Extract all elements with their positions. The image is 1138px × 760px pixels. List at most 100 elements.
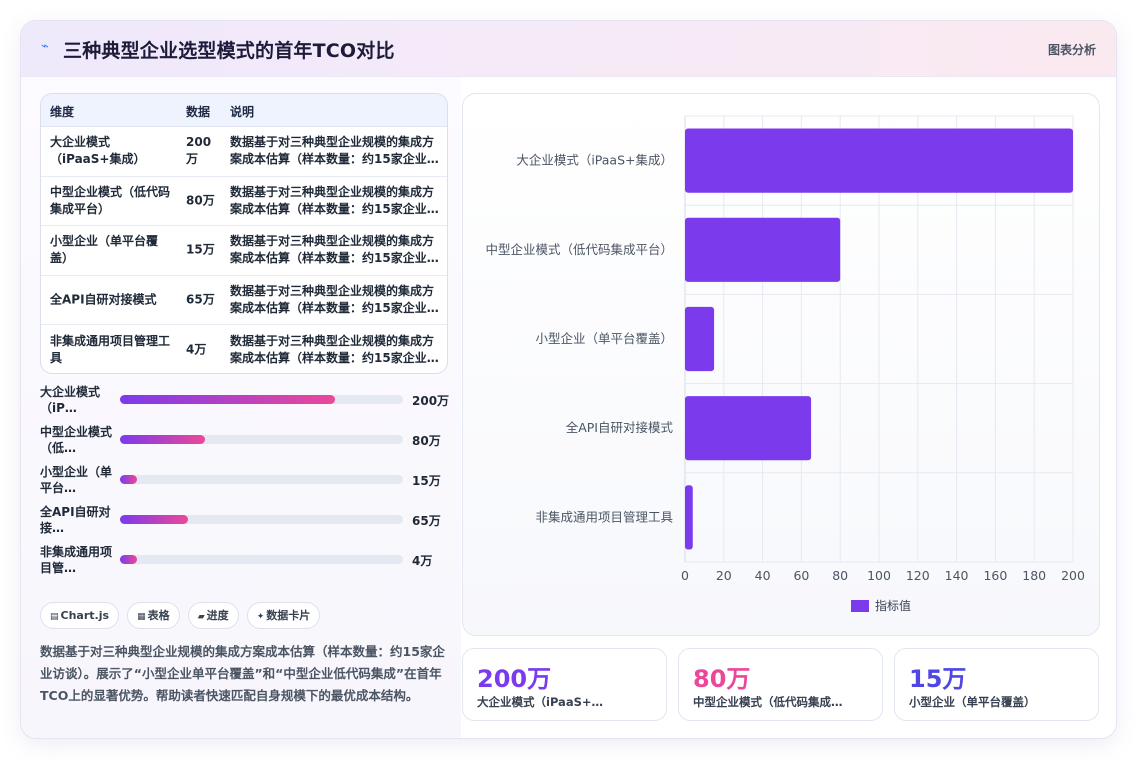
x-tick-label: 40	[755, 568, 771, 583]
x-tick-label: 160	[983, 568, 1007, 583]
legend-label: 指标值	[875, 598, 911, 613]
stat-label: 中型企业模式（低代码集成…	[693, 695, 843, 709]
cell-dimension: 非集成通用项目管理工具	[50, 333, 171, 365]
chip-progress[interactable]: ▰ 进度	[187, 602, 239, 629]
stat-value: 15万	[909, 665, 967, 693]
x-tick-label: 0	[681, 568, 689, 583]
progress-value: 200万	[412, 394, 450, 408]
x-tick-label: 60	[793, 568, 809, 583]
column-header-dimension: 维度	[50, 105, 75, 119]
bar	[685, 217, 841, 282]
progress-list: 大企业模式（iP… 200万 中型企业模式（低… 80万 小型企业（单平台… 1…	[40, 383, 452, 583]
progress-value: 80万	[412, 434, 441, 448]
table-header: 维度 数据 说明	[41, 94, 447, 127]
chart-panel: 大企业模式（iPaaS+集成） 中型企业模式（低代码集成平台） 小型企业（单平台覆盖…	[462, 93, 1100, 636]
bar	[685, 396, 812, 461]
bar	[685, 306, 715, 372]
stat-label: 小型企业（单平台覆盖）	[909, 695, 1036, 709]
stat-card: 200万 大企业模式（iPaaS+…	[462, 648, 667, 721]
header-tag: 图表分析	[1047, 43, 1096, 57]
cell-value: 65万	[186, 292, 215, 307]
progress-icon: ▰	[197, 612, 205, 622]
progress-fill	[120, 515, 188, 524]
header: ⌁ 三种典型企业选型模式的首年TCO对比 图表分析	[21, 21, 1116, 77]
legend-swatch	[851, 600, 869, 612]
category-label: 小型企业（单平台覆盖）	[535, 331, 673, 346]
cell-note: 数据基于对三种典型企业规模的集成方案成本估算（样本数量：约15家企业…	[230, 234, 439, 266]
feature-chips: ▤ Chart.js ▦ 表格 ▰ 进度 ✦ 数据卡片	[40, 602, 323, 629]
x-tick-label: 80	[832, 568, 848, 583]
chip-label: 进度	[206, 609, 229, 622]
progress-label: 非集成通用项目管…	[40, 545, 113, 575]
x-tick-label: 20	[716, 568, 732, 583]
bar	[685, 485, 693, 550]
cell-dimension: 小型企业（单平台覆盖）	[50, 234, 159, 266]
category-label: 大企业模式（iPaaS+集成）	[516, 153, 673, 168]
stat-card: 15万 小型企业（单平台覆盖）	[894, 648, 1099, 721]
chip-label: 表格	[147, 609, 170, 622]
table-row: 小型企业（单平台覆盖） 15万 数据基于对三种典型企业规模的集成方案成本估算（样…	[41, 226, 447, 276]
data-table: 维度 数据 说明 大企业模式（iPaaS+集成） 200万 数据基于对三种典型企…	[40, 93, 448, 374]
cell-value: 15万	[186, 242, 215, 257]
dashboard-card: ⌁ 三种典型企业选型模式的首年TCO对比 图表分析 维度 数据 说明 大企业模式…	[20, 20, 1117, 739]
x-tick-label: 120	[906, 568, 930, 583]
cell-note: 数据基于对三种典型企业规模的集成方案成本估算（样本数量：约15家企业…	[230, 283, 439, 315]
cell-value: 4万	[186, 342, 207, 357]
progress-track	[120, 555, 403, 564]
table-row: 非集成通用项目管理工具 4万 数据基于对三种典型企业规模的集成方案成本估算（样本…	[41, 325, 447, 373]
progress-row: 全API自研对接… 65万	[40, 503, 452, 543]
progress-label: 大企业模式（iP…	[40, 385, 101, 415]
progress-label: 全API自研对接…	[40, 505, 111, 535]
category-label: 全API自研对接模式	[566, 420, 674, 435]
stat-value: 80万	[693, 665, 751, 693]
progress-fill	[120, 475, 137, 484]
table-icon: ▦	[137, 612, 146, 622]
description: 数据基于对三种典型企业规模的集成方案成本估算（样本数量：约15家企业访谈）。展示…	[40, 644, 445, 703]
table-row: 全API自研对接模式 65万 数据基于对三种典型企业规模的集成方案成本估算（样本…	[41, 276, 447, 325]
chip-label: Chart.js	[60, 609, 110, 622]
page-title: 三种典型企业选型模式的首年TCO对比	[63, 40, 395, 62]
chart-icon: ▤	[50, 612, 59, 622]
cell-note: 数据基于对三种典型企业规模的集成方案成本估算（样本数量：约15家企业…	[230, 184, 439, 216]
column-header-value: 数据	[186, 105, 211, 119]
progress-value: 15万	[412, 474, 441, 488]
cell-note: 数据基于对三种典型企业规模的集成方案成本估算（样本数量：约15家企业…	[230, 135, 439, 167]
cell-dimension: 大企业模式（iPaaS+集成）	[50, 135, 146, 167]
progress-fill	[120, 395, 336, 404]
stat-card: 80万 中型企业模式（低代码集成…	[678, 648, 883, 721]
stat-label: 大企业模式（iPaaS+…	[477, 695, 603, 709]
cell-value: 80万	[186, 193, 215, 208]
bar	[685, 128, 1073, 193]
chip-chartjs[interactable]: ▤ Chart.js	[40, 602, 120, 629]
category-label: 中型企业模式（低代码集成平台）	[485, 242, 673, 257]
x-tick-label: 180	[1022, 568, 1046, 583]
x-tick-label: 200	[1061, 568, 1085, 583]
chip-data-card[interactable]: ✦ 数据卡片	[246, 602, 321, 629]
bar-chart: 大企业模式（iPaaS+集成） 中型企业模式（低代码集成平台） 小型企业（单平台覆盖…	[485, 115, 1085, 613]
category-label: 非集成通用项目管理工具	[535, 509, 673, 524]
x-tick-label: 140	[945, 568, 969, 583]
card-icon: ✦	[256, 612, 265, 622]
progress-row: 非集成通用项目管… 4万	[40, 543, 452, 583]
chip-label: 数据卡片	[266, 609, 311, 622]
spark-icon: ⌁	[41, 39, 49, 54]
progress-fill	[120, 555, 137, 564]
progress-value: 65万	[412, 514, 441, 528]
chip-table[interactable]: ▦ 表格	[127, 602, 180, 629]
cell-dimension: 全API自研对接模式	[50, 292, 157, 307]
progress-label: 小型企业（单平台…	[40, 465, 113, 495]
progress-label: 中型企业模式（低…	[40, 425, 113, 455]
stat-value: 200万	[477, 665, 552, 693]
progress-value: 4万	[412, 554, 433, 568]
progress-row: 小型企业（单平台… 15万	[40, 463, 452, 503]
table-row: 大企业模式（iPaaS+集成） 200万 数据基于对三种典型企业规模的集成方案成…	[41, 127, 447, 177]
x-tick-label: 100	[867, 568, 891, 583]
progress-track	[120, 515, 403, 524]
cell-note: 数据基于对三种典型企业规模的集成方案成本估算（样本数量：约15家企业…	[230, 333, 439, 365]
progress-track	[120, 435, 403, 444]
progress-track	[120, 395, 403, 404]
progress-row: 中型企业模式（低… 80万	[40, 423, 452, 463]
progress-row: 大企业模式（iP… 200万	[40, 383, 452, 423]
table-row: 中型企业模式（低代码集成平台） 80万 数据基于对三种典型企业规模的集成方案成本…	[41, 177, 447, 226]
progress-fill	[120, 435, 205, 444]
